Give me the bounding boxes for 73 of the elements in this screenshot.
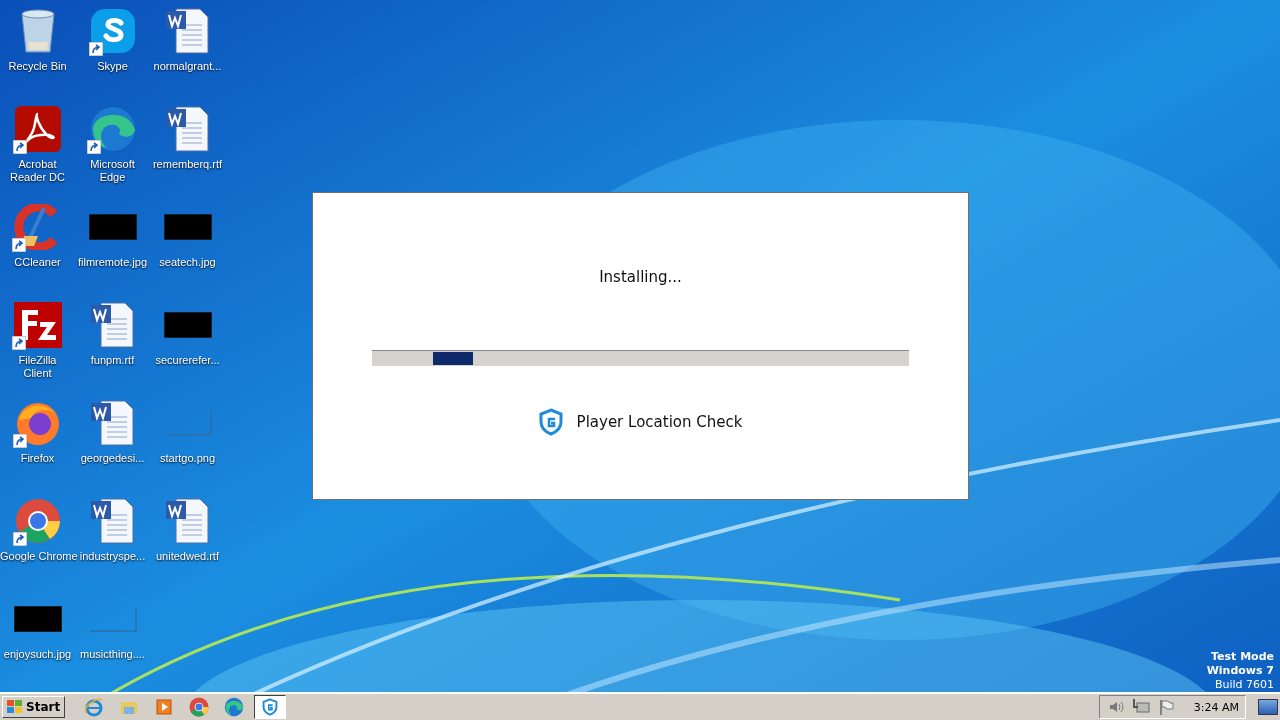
desktop-icon[interactable]: seatech.jpg bbox=[150, 196, 225, 294]
desktop-icon[interactable]: unitedwed.rtf bbox=[150, 490, 225, 588]
icon-label: rememberq.rtf bbox=[152, 158, 223, 171]
icon-label: filmremote.jpg bbox=[77, 256, 148, 269]
shield-icon bbox=[262, 698, 279, 716]
desktop-icon[interactable]: Firefox bbox=[0, 392, 75, 490]
icon-label: CCleaner bbox=[14, 256, 61, 269]
desktop-icon[interactable]: rememberq.rtf bbox=[150, 98, 225, 196]
desktop-icon[interactable]: Google Chrome bbox=[0, 490, 75, 588]
icon-label: enjoysuch.jpg bbox=[3, 648, 72, 661]
system-watermark-text: Test Mode bbox=[1211, 650, 1274, 664]
windows-logo-icon bbox=[7, 700, 23, 714]
image-thumbnail-icon bbox=[88, 606, 137, 632]
show-desktop-button[interactable] bbox=[1258, 699, 1278, 715]
image-thumbnail-icon bbox=[163, 410, 212, 436]
taskbar-button[interactable] bbox=[254, 695, 287, 719]
icon-label: normalgrant... bbox=[153, 60, 222, 73]
desktop-icon[interactable]: filmremote.jpg bbox=[75, 196, 150, 294]
speaker-icon[interactable] bbox=[1107, 699, 1124, 715]
desktop-icon[interactable]: CCleaner bbox=[0, 196, 75, 294]
desktop-icon[interactable]: normalgrant... bbox=[150, 0, 225, 98]
word-document-icon bbox=[88, 497, 137, 545]
chrome-icon bbox=[14, 498, 61, 544]
chrome-icon bbox=[189, 697, 210, 717]
word-document-icon bbox=[163, 105, 212, 153]
icon-label: Firefox bbox=[20, 452, 55, 465]
icon-label: seatech.jpg bbox=[159, 256, 216, 269]
edge-icon bbox=[224, 697, 245, 717]
desktop-icon[interactable]: Acrobat Reader DC bbox=[0, 98, 75, 196]
desktop-icon[interactable]: Skype bbox=[75, 0, 150, 98]
desktop-icon[interactable]: enjoysuch.jpg bbox=[0, 588, 75, 686]
icon-label: startgo.png bbox=[159, 452, 215, 465]
word-document-icon bbox=[88, 399, 137, 447]
icon-label: funpm.rtf bbox=[90, 354, 135, 367]
word-document-icon bbox=[163, 7, 212, 55]
icon-label: FileZilla Client bbox=[17, 354, 58, 380]
desktop-icon[interactable]: startgo.png bbox=[150, 392, 225, 490]
desktop-icon[interactable]: securerefer... bbox=[150, 294, 225, 392]
icon-label: Google Chrome bbox=[0, 550, 75, 563]
icon-label: Skype bbox=[97, 60, 128, 73]
browser-globe-icon bbox=[84, 697, 105, 717]
image-thumbnail-icon bbox=[13, 606, 62, 632]
shield-icon bbox=[538, 408, 563, 436]
system-watermark-text: Build 7601 bbox=[1214, 678, 1274, 692]
desktop-icon[interactable]: georgedesi... bbox=[75, 392, 150, 490]
desktop-icon[interactable]: Microsoft Edge bbox=[75, 98, 150, 196]
desktop-icon[interactable]: Recycle Bin bbox=[0, 0, 75, 98]
icon-label: georgedesi... bbox=[80, 452, 145, 465]
flag-icon[interactable] bbox=[1157, 699, 1174, 715]
network-icon[interactable] bbox=[1131, 699, 1150, 715]
desktop-icon[interactable]: FileZilla Client bbox=[0, 294, 75, 392]
icon-label: industryspe... bbox=[79, 550, 146, 563]
firefox-icon bbox=[14, 400, 61, 446]
image-thumbnail-icon bbox=[163, 312, 212, 338]
icon-label: Recycle Bin bbox=[8, 60, 67, 73]
app-name: Player Location Check bbox=[576, 413, 743, 431]
system-watermark-text: Windows 7 bbox=[1206, 664, 1274, 678]
icon-label: Acrobat Reader DC bbox=[9, 158, 66, 184]
status-text: Installing... bbox=[599, 268, 682, 286]
icon-label: Microsoft Edge bbox=[89, 158, 136, 184]
image-thumbnail-icon bbox=[163, 214, 212, 240]
edge-icon bbox=[88, 106, 137, 152]
icon-label: securerefer... bbox=[155, 354, 220, 367]
clock: 3:24 AM bbox=[1193, 700, 1239, 714]
desktop-icon[interactable]: musicthing.... bbox=[75, 588, 150, 686]
icon-label: unitedwed.rtf bbox=[156, 550, 219, 563]
icon-label: musicthing.... bbox=[80, 648, 145, 661]
word-document-icon bbox=[163, 497, 212, 545]
play-icon bbox=[154, 697, 175, 717]
word-document-icon bbox=[88, 301, 137, 349]
image-thumbnail-icon bbox=[88, 214, 137, 240]
start-button[interactable]: Start bbox=[2, 696, 66, 718]
desktop-icon[interactable]: funpm.rtf bbox=[75, 294, 150, 392]
